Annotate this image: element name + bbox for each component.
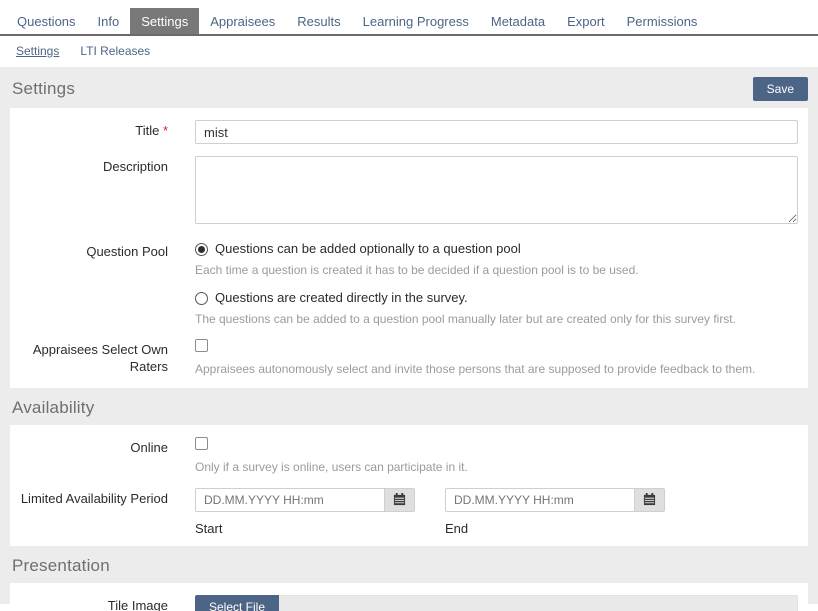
question-pool-row: Question Pool Questions can be added opt… [10,241,798,327]
tab-appraisees[interactable]: Appraisees [199,8,286,34]
online-byline: Only if a survey is online, users can pa… [195,459,798,476]
availability-section-header: Availability [0,388,818,425]
end-date-group: End [445,488,665,536]
settings-form-panel: Title * Description Question Pool Questi… [10,108,808,388]
end-label: End [445,521,665,536]
presentation-section-header: Presentation [0,546,818,583]
online-checkbox[interactable] [195,437,208,450]
tab-metadata[interactable]: Metadata [480,8,556,34]
calendar-icon [643,493,656,506]
appraisees-row: Appraisees Select Own Raters Appraisees … [10,339,798,378]
settings-page: Settings Save Title * Description Questi… [0,67,818,604]
save-button[interactable]: Save [753,77,808,101]
tab-results[interactable]: Results [286,8,351,34]
appraisees-byline: Appraisees autonomously select and invit… [195,361,798,378]
tile-image-row: Tile Image Select File Maximum upload si… [10,595,798,611]
settings-section-header: Settings Save [0,67,818,108]
title-label: Title * [10,120,195,144]
start-date-input[interactable] [195,488,385,512]
availability-period-row: Limited Availability Period [10,488,798,536]
question-pool-option-1: Questions can be added optionally to a q… [195,241,798,258]
subtab-lti-releases[interactable]: LTI Releases [80,44,150,58]
end-date-input[interactable] [445,488,635,512]
description-textarea[interactable] [195,156,798,224]
page-title: Settings [12,79,75,99]
start-date-group: Start [195,488,415,536]
availability-panel: Online Only if a survey is online, users… [10,425,808,546]
file-upload-control: Select File [195,595,798,611]
tab-info[interactable]: Info [87,8,131,34]
start-date-picker-button[interactable] [385,488,415,512]
tab-export[interactable]: Export [556,8,616,34]
radio-button-unchecked[interactable] [195,292,208,305]
appraisees-label: Appraisees Select Own Raters [10,339,195,378]
main-tabs: Questions Info Settings Appraisees Resul… [0,8,818,36]
calendar-icon [393,493,406,506]
top-tab-bar: Questions Info Settings Appraisees Resul… [0,0,818,67]
online-label: Online [10,437,195,476]
sub-tabs: Settings LTI Releases [0,36,818,67]
required-marker: * [163,123,168,138]
radio-button-checked[interactable] [195,243,208,256]
presentation-panel: Tile Image Select File Maximum upload si… [10,583,808,611]
title-input[interactable] [195,120,798,144]
tab-permissions[interactable]: Permissions [616,8,709,34]
tab-questions[interactable]: Questions [6,8,87,34]
description-row: Description [10,156,798,229]
question-pool-option-2: Questions are created directly in the su… [195,290,798,307]
availability-title: Availability [12,398,94,418]
presentation-title: Presentation [12,556,110,576]
description-label: Description [10,156,195,229]
subtab-settings[interactable]: Settings [16,44,59,58]
tile-image-label: Tile Image [10,595,195,611]
appraisees-checkbox[interactable] [195,339,208,352]
file-name-display [279,595,798,611]
end-date-picker-button[interactable] [635,488,665,512]
option-byline: The questions can be added to a question… [195,311,798,328]
question-pool-label: Question Pool [10,241,195,327]
option-byline: Each time a question is created it has t… [195,262,798,279]
tab-learning-progress[interactable]: Learning Progress [352,8,480,34]
select-file-button[interactable]: Select File [195,595,279,611]
title-row: Title * [10,120,798,144]
option-label[interactable]: Questions can be added optionally to a q… [215,241,521,258]
availability-period-label: Limited Availability Period [10,488,195,536]
tab-settings[interactable]: Settings [130,8,199,34]
start-label: Start [195,521,415,536]
title-label-text: Title [135,123,159,138]
online-row: Online Only if a survey is online, users… [10,437,798,476]
option-label[interactable]: Questions are created directly in the su… [215,290,468,307]
